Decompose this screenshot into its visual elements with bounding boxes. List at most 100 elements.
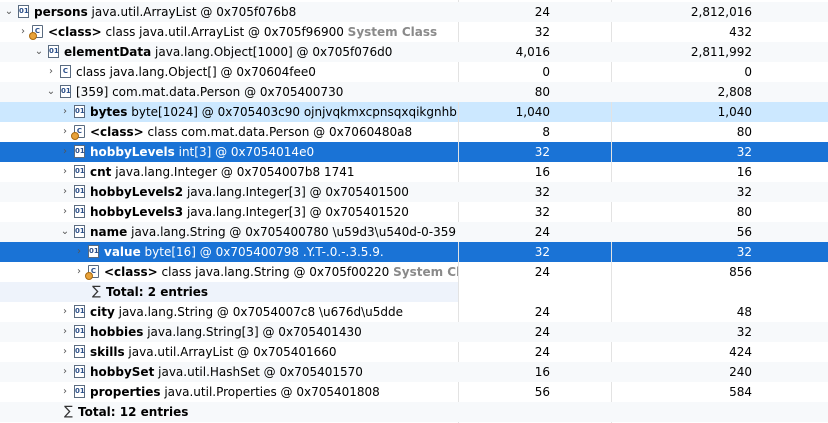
expand-chevron-icon[interactable]: › (58, 122, 72, 142)
field-name: value (104, 245, 141, 259)
object-label: Total: 12 entries (78, 402, 188, 422)
shallow-heap-cell: 16 (459, 162, 611, 182)
object-name-cell[interactable]: › C <class> class com.mat.data.Person @ 0x… (0, 122, 458, 142)
object-name-cell[interactable]: ⌄ 01 name java.lang.String @ 0x705400780 \… (0, 222, 458, 242)
object-label: hobbyLevels2 java.lang.Integer[3] @ 0x70… (90, 182, 409, 202)
expand-chevron-icon[interactable]: › (58, 322, 72, 342)
expand-chevron-icon[interactable]: › (58, 102, 72, 122)
field-name: skills (90, 345, 125, 359)
retained-heap-value: 80 (736, 205, 752, 219)
field-name: <class> (104, 265, 158, 279)
shallow-heap-cell: 24 (459, 302, 611, 322)
expand-chevron-icon[interactable]: › (58, 382, 72, 402)
tree-row[interactable]: › 01 hobbies java.lang.String[3] @ 0x70540… (0, 322, 828, 342)
expand-chevron-icon[interactable]: › (58, 302, 72, 322)
tree-row[interactable]: › 01 hobbySet java.util.HashSet @ 0x705401… (0, 362, 828, 382)
instance-icon: 01 (74, 185, 85, 198)
object-name-cell[interactable]: ∑ Total: 2 entries (0, 282, 458, 302)
tree-row[interactable]: › Cclass java.lang.Object[] @ 0x70604fee0… (0, 62, 828, 82)
instance-icon: 01 (74, 365, 85, 378)
collapse-chevron-icon[interactable]: ⌄ (44, 82, 58, 102)
expand-chevron-icon[interactable]: › (16, 22, 30, 42)
shallow-heap-value: 0 (542, 65, 550, 79)
field-name: <class> (90, 125, 144, 139)
tree-row[interactable]: › 01 city java.lang.String @ 0x7054007c8 \… (0, 302, 828, 322)
shallow-heap-value: 24 (534, 225, 550, 239)
object-name-cell[interactable]: › 01 bytes byte[1024] @ 0x705403c90 ojnjvq… (0, 102, 458, 122)
object-name-cell[interactable]: › 01 value byte[16] @ 0x705400798 .Y.T-.0.… (0, 242, 458, 262)
object-name-cell[interactable]: › C <class> class java.lang.String @ 0x705… (0, 262, 458, 282)
retained-heap-cell: 584 (612, 382, 828, 402)
expand-chevron-icon[interactable]: › (72, 262, 86, 282)
collapse-chevron-icon[interactable]: ⌄ (32, 42, 46, 62)
collapse-chevron-icon[interactable]: ⌄ (2, 2, 16, 22)
tree-row[interactable]: ⌄ 01 persons java.util.ArrayList @ 0x705f0… (0, 2, 828, 22)
class-object-icon: C (85, 265, 99, 280)
object-name-cell[interactable]: › 01 skills java.util.ArrayList @ 0x705401… (0, 342, 458, 362)
object-address: java.lang.String[3] @ 0x705401430 (143, 325, 362, 339)
shallow-heap-cell: 8 (459, 122, 611, 142)
shallow-heap-value: 24 (534, 305, 550, 319)
object-name-cell[interactable]: › 01 hobbies java.lang.String[3] @ 0x70540… (0, 322, 458, 342)
tree-row[interactable]: › 01 properties java.util.Properties @ 0x7… (0, 382, 828, 402)
object-name-cell[interactable]: ⌄ 01 persons java.util.ArrayList @ 0x705f0… (0, 2, 458, 22)
object-label: properties java.util.Properties @ 0x7054… (90, 382, 380, 402)
tree-row[interactable]: ⌄ 01 elementData java.lang.Object[1000] @ … (0, 42, 828, 62)
field-name: <class> (48, 25, 102, 39)
system-class-tag: System Cla (393, 265, 458, 279)
retained-heap-value: 2,811,992 (690, 45, 752, 59)
expand-chevron-icon[interactable]: › (58, 142, 72, 162)
object-name-cell[interactable]: › 01 hobbyLevels3 java.lang.Integer[3] @ 0… (0, 202, 458, 222)
object-name-cell[interactable]: › 01 hobbyLevels int[3] @ 0x7054014e0 (0, 142, 458, 162)
tree-row[interactable]: › 01 skills java.util.ArrayList @ 0x705401… (0, 342, 828, 362)
tree-row[interactable]: › 01 hobbyLevels int[3] @ 0x7054014e0 32 32 (0, 142, 828, 162)
expand-chevron-icon[interactable]: › (58, 182, 72, 202)
tree-row[interactable]: › C <class> class java.lang.String @ 0x705… (0, 262, 828, 282)
tree-row[interactable]: › 01 cnt java.lang.Integer @ 0x7054007b8 1… (0, 162, 828, 182)
object-tree-table: ⌄ 01 persons java.util.ArrayList @ 0x705f0… (0, 0, 828, 423)
object-name-cell[interactable]: ⌄ 01 elementData java.lang.Object[1000] @ … (0, 42, 458, 62)
object-name-cell[interactable]: ⌄ 01 [359] com.mat.data.Person @ 0x7054007… (0, 82, 458, 102)
tree-row[interactable]: › 01 bytes byte[1024] @ 0x705403c90 ojnjvq… (0, 102, 828, 122)
object-name-cell[interactable]: › C <class> class java.util.ArrayList @ 0x… (0, 22, 458, 42)
object-name-cell[interactable]: › 01 properties java.util.Properties @ 0x7… (0, 382, 458, 402)
shallow-heap-value: 32 (534, 145, 550, 159)
expand-chevron-icon[interactable]: › (44, 62, 58, 82)
retained-heap-value: 1,040 (717, 105, 752, 119)
tree-row[interactable]: ∑ Total: 12 entries (0, 402, 828, 422)
tree-row[interactable]: › C <class> class java.util.ArrayList @ 0x… (0, 22, 828, 42)
shallow-heap-cell: 32 (459, 202, 611, 222)
shallow-heap-cell: 1,040 (459, 102, 611, 122)
retained-heap-value: 80 (736, 125, 752, 139)
tree-row[interactable]: › C <class> class com.mat.data.Person @ 0x… (0, 122, 828, 142)
class-object-icon: C (29, 25, 43, 40)
expand-chevron-icon[interactable]: › (58, 162, 72, 182)
shallow-heap-cell: 0 (459, 62, 611, 82)
object-name-cell[interactable]: › Cclass java.lang.Object[] @ 0x70604fee0 (0, 62, 458, 82)
expand-chevron-icon[interactable]: › (72, 242, 86, 262)
tree-row[interactable]: ∑ Total: 2 entries (0, 282, 828, 302)
tree-row[interactable]: ⌄ 01 [359] com.mat.data.Person @ 0x7054007… (0, 82, 828, 102)
expand-chevron-icon[interactable]: › (58, 202, 72, 222)
field-name: elementData (64, 45, 152, 59)
object-name-cell[interactable]: › 01 cnt java.lang.Integer @ 0x7054007b8 1… (0, 162, 458, 182)
shallow-heap-cell: 4,016 (459, 42, 611, 62)
tree-row[interactable]: › 01 value byte[16] @ 0x705400798 .Y.T-.0.… (0, 242, 828, 262)
expand-chevron-icon[interactable]: › (58, 342, 72, 362)
object-name-cell[interactable]: › 01 hobbySet java.util.HashSet @ 0x705401… (0, 362, 458, 382)
tree-row[interactable]: › 01 hobbyLevels2 java.lang.Integer[3] @ 0… (0, 182, 828, 202)
object-name-cell[interactable]: › 01 city java.lang.String @ 0x7054007c8 \… (0, 302, 458, 322)
retained-heap-value: 856 (729, 265, 752, 279)
expand-chevron-icon[interactable]: › (58, 362, 72, 382)
shallow-heap-value: 32 (534, 205, 550, 219)
retained-heap-cell: 432 (612, 22, 828, 42)
collapse-chevron-icon[interactable]: ⌄ (58, 222, 72, 242)
object-name-cell[interactable]: ∑ Total: 12 entries (0, 402, 458, 422)
object-label: hobbySet java.util.HashSet @ 0x705401570 (90, 362, 363, 382)
object-label: <class> class java.util.ArrayList @ 0x70… (48, 22, 437, 42)
object-name-cell[interactable]: › 01 hobbyLevels2 java.lang.Integer[3] @ 0… (0, 182, 458, 202)
tree-row[interactable]: ⌄ 01 name java.lang.String @ 0x705400780 \… (0, 222, 828, 242)
retained-heap-value: 584 (729, 385, 752, 399)
tree-row[interactable]: › 01 hobbyLevels3 java.lang.Integer[3] @ 0… (0, 202, 828, 222)
field-name: properties (90, 385, 161, 399)
